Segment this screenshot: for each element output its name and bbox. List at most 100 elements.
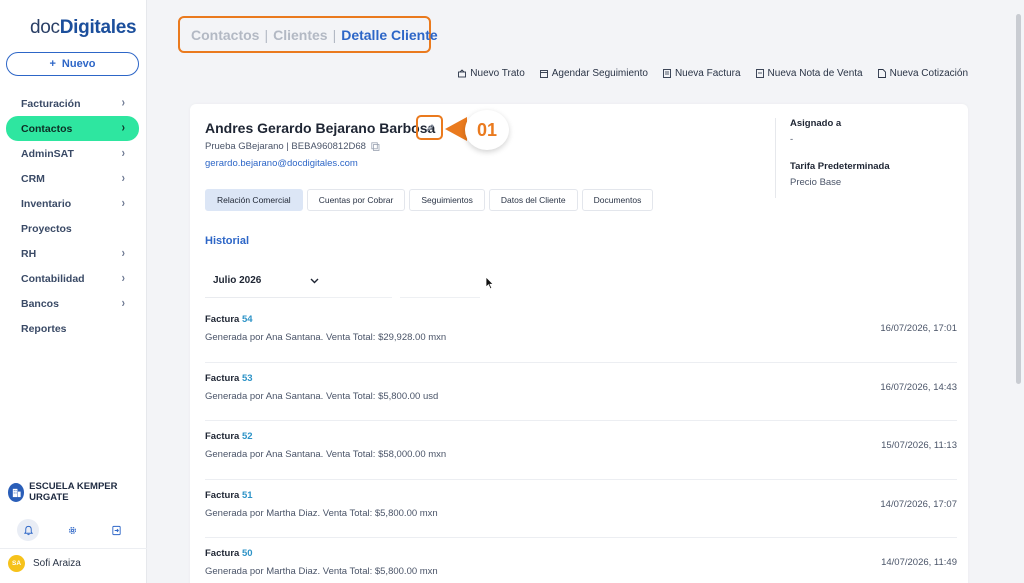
history-item-title: Factura 54 [205,314,253,325]
logout-icon[interactable] [105,519,127,541]
breadcrumb-clientes[interactable]: Clientes [273,27,327,43]
new-button-label: Nuevo [61,58,96,70]
new-invoice-button[interactable]: Nueva Factura [663,68,741,79]
company-name: ESCUELA KEMPER URGATE [29,481,118,503]
user-name: Sofi Araiza [33,558,81,569]
history-item-date: 16/07/2026, 17:01 [880,323,957,334]
month-select-value: Julio 2026 [213,275,262,286]
breadcrumb-contactos[interactable]: Contactos [191,27,259,43]
breadcrumb-separator: | [332,26,337,43]
chevron-right-icon: › [121,146,125,161]
invoice-number-link[interactable]: 53 [242,373,253,384]
avatar: SA [8,555,25,572]
sidebar-item-label: AdminSAT [21,147,74,160]
new-deal-button[interactable]: Nuevo Trato [458,68,525,79]
assigned-value: - [790,134,794,145]
edit-client-button[interactable] [416,115,443,140]
callout-arrow [445,117,467,141]
chevron-right-icon: › [121,271,125,286]
sidebar-item-inventario[interactable]: Inventario › [6,191,139,216]
invoice-number-link[interactable]: 54 [242,314,253,325]
new-sales-note-button[interactable]: Nueva Nota de Venta [755,68,863,79]
history-item-title: Factura 53 [205,373,253,384]
company-selector[interactable]: ESCUELA KEMPER URGATE [8,481,140,503]
sidebar-nav: Facturación › Contactos › AdminSAT › CRM › I… [6,91,139,341]
sidebar-item-label: Proyectos [21,222,72,235]
chevron-right-icon: › [121,246,125,261]
history-item-date: 14/07/2026, 11:49 [881,557,957,568]
client-subtitle: Prueba GBejarano | BEBA960812D68 [205,141,380,152]
divider [400,297,480,298]
calendar-icon [539,70,548,78]
chevron-right-icon: › [121,296,125,311]
tab-seguimientos[interactable]: Seguimientos [409,189,485,211]
divider [320,297,392,298]
history-item-title: Factura 52 [205,431,253,442]
gear-icon[interactable] [61,519,83,541]
note-icon [755,69,764,78]
invoice-icon [663,69,671,78]
client-rfc: Prueba GBejarano | BEBA960812D68 [205,141,366,152]
sidebar-item-proyectos[interactable]: Proyectos [6,216,139,241]
mouse-cursor-icon [485,276,495,290]
history-item-date: 14/07/2026, 17:07 [880,498,957,510]
history-item: Factura 51 Generada por Martha Diaz. Ven… [205,480,957,538]
page-scrollbar[interactable] [1016,14,1021,384]
tab-documentos[interactable]: Documentos [581,189,654,211]
sidebar-item-adminsat[interactable]: AdminSAT › [6,141,139,166]
sidebar-item-contabilidad[interactable]: Contabilidad › [6,266,139,291]
sidebar-item-label: Inventario [21,197,72,210]
action-label: Nueva Cotización [889,68,968,79]
sidebar-item-label: Bancos [21,297,59,310]
new-button[interactable]: + Nuevo [6,52,139,76]
assigned-label: Asignado a [790,118,842,129]
history-item-type: Factura [205,489,240,501]
history-item-description: Generada por Ana Santana. Venta Total: $… [205,449,447,460]
history-item: Factura 53 Generada por Ana Santana. Ven… [205,363,957,421]
client-detail-card: Andres Gerardo Bejarano Barbosa 01 Prueb… [190,104,968,583]
month-select[interactable]: Julio 2026 [205,264,325,298]
sidebar-item-rh[interactable]: RH › [6,241,139,266]
sidebar-item-label: CRM [21,172,45,185]
client-assignment-panel: Asignado a - Tarifa Predeterminada Preci… [775,118,955,198]
client-tabs: Relación Comercial Cuentas por Cobrar Se… [205,189,654,211]
sidebar-item-bancos[interactable]: Bancos › [6,291,139,316]
sidebar-item-reportes[interactable]: Reportes [6,316,139,341]
history-item-date: 16/07/2026, 14:43 [880,381,957,393]
sidebar-item-contactos[interactable]: Contactos › [6,116,139,141]
sidebar-item-label: RH [21,247,37,260]
plus-icon: + [49,58,56,70]
history-item-title: Factura 51 [205,490,253,501]
invoice-number-link[interactable]: 51 [242,490,253,501]
sidebar-item-crm[interactable]: CRM › [6,166,139,191]
bell-icon[interactable] [17,519,39,541]
invoice-number-link[interactable]: 50 [242,548,253,559]
sidebar-utility-icons [17,519,127,541]
history-item-date: 15/07/2026, 11:13 [881,440,957,451]
action-label: Nueva Nota de Venta [767,68,863,79]
new-quote-button[interactable]: Nueva Cotización [877,68,968,79]
breadcrumb: Contactos | Clientes | Detalle Cliente [178,16,438,53]
breadcrumb-separator: | [264,26,269,43]
history-item-type: Factura [205,372,240,384]
brand-logo[interactable]: docDigitales [30,17,137,39]
sidebar-item-label: Facturación [21,97,81,110]
history-item-type: Factura [205,431,240,442]
tab-datos-del-cliente[interactable]: Datos del Cliente [488,189,578,211]
tab-cuentas-por-cobrar[interactable]: Cuentas por Cobrar [306,189,406,211]
sidebar-item-facturacion[interactable]: Facturación › [6,91,139,116]
user-profile[interactable]: SA Sofi Araiza [8,555,81,572]
logo-text-light: doc [30,17,60,38]
rate-value: Precio Base [790,177,842,188]
history-item-title: Factura 50 [205,548,253,559]
copy-icon[interactable] [371,142,380,151]
invoice-number-link[interactable]: 52 [242,431,253,442]
schedule-followup-button[interactable]: Agendar Seguimiento [539,68,648,79]
history-title: Historial [205,235,250,247]
history-item-description: Generada por Ana Santana. Venta Total: $… [205,390,439,402]
history-item-type: Factura [205,548,240,559]
tab-relacion-comercial[interactable]: Relación Comercial [205,189,303,211]
client-email-link[interactable]: gerardo.bejarano@docdigitales.com [205,158,358,169]
history-item-description: Generada por Ana Santana. Venta Total: $… [205,332,447,343]
sidebar: docDigitales + Nuevo Facturación › Contac… [0,0,147,583]
